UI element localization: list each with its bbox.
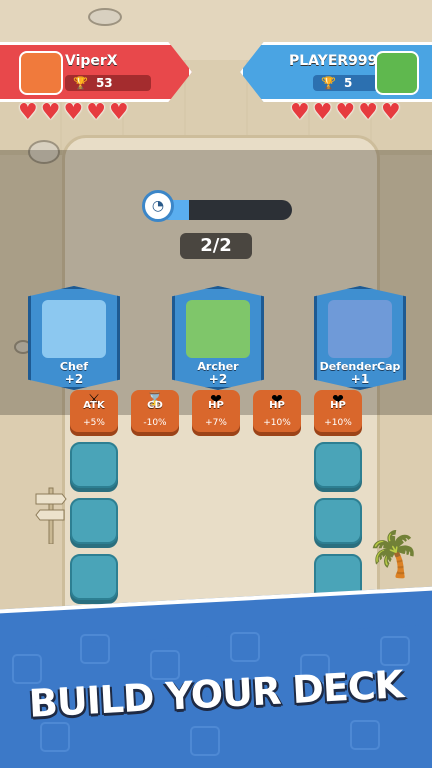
buff-value: +10% (324, 418, 352, 428)
card-defendercap[interactable]: DefenderCap +1 (314, 286, 406, 390)
card-chef[interactable]: Chef +2 (28, 286, 120, 390)
trophy-value: 5 (343, 76, 353, 90)
buff-label: HP (269, 400, 285, 411)
buff-value: +10% (263, 418, 291, 428)
buff-hp[interactable]: ❤ HP +10% (253, 390, 301, 432)
player-name: ViperX (65, 53, 118, 69)
heart-icon: ♥ (290, 100, 310, 125)
round-timer: ◔ (142, 190, 292, 224)
card-archer[interactable]: Archer +2 (172, 286, 264, 390)
empty-deck-slot[interactable] (70, 442, 118, 488)
dice-pattern-icon (40, 722, 70, 752)
player-banner-right: PLAYER9999 🏆 5 (240, 42, 432, 102)
card-level: +2 (208, 372, 228, 386)
opponent-avatar (375, 51, 419, 95)
heart-icon: ♥ (108, 100, 129, 125)
trophy-count: 🏆 53 (65, 75, 151, 91)
buff-hp[interactable]: ❤ HP +7% (192, 390, 240, 432)
dice-pattern-icon (230, 632, 260, 662)
trophy-icon: 🏆 (73, 76, 88, 90)
buff-value: -10% (143, 418, 167, 428)
trophy-value: 53 (95, 76, 113, 90)
buff-label: CD (147, 400, 163, 411)
defender-portrait (328, 300, 392, 358)
opponent-hearts: ♥ ♥ ♥ ♥ ♥ (290, 102, 401, 124)
empty-deck-slot[interactable] (314, 498, 362, 544)
player-avatar (19, 51, 63, 95)
heart-icon: ♥ (380, 100, 401, 125)
empty-deck-slot[interactable] (70, 554, 118, 600)
buff-label: HP (208, 400, 224, 411)
heart-icon: ♥ (63, 100, 84, 125)
dice-pattern-icon (12, 654, 42, 684)
chef-portrait (42, 300, 106, 358)
buff-label: ATK (83, 400, 105, 411)
card-level: +1 (350, 372, 370, 386)
empty-deck-slot[interactable] (314, 442, 362, 488)
heart-icon: ♥ (358, 100, 378, 125)
dice-pattern-icon (80, 634, 110, 664)
heart-icon: ♥ (18, 100, 38, 125)
player-banner-left: ViperX 🏆 53 (0, 42, 192, 102)
buff-label: HP (330, 400, 346, 411)
stopwatch-icon: ◔ (142, 190, 174, 222)
dice-pattern-icon (350, 720, 380, 750)
heart-icon: ♥ (335, 100, 356, 125)
buff-hp[interactable]: ❤ HP +10% (314, 390, 362, 432)
heart-icon: ♥ (312, 100, 333, 125)
player-hearts: ♥ ♥ ♥ ♥ ♥ (18, 102, 129, 124)
signpost-decoration (35, 487, 67, 544)
buff-value: +5% (83, 418, 105, 428)
archer-portrait (186, 300, 250, 358)
buff-value: +7% (205, 418, 227, 428)
empty-deck-slot[interactable] (70, 498, 118, 544)
heart-icon: ♥ (86, 100, 106, 125)
buff-cd[interactable]: ⌛ CD -10% (131, 390, 179, 432)
palm-tree-decoration: 🌴 (366, 529, 421, 580)
dice-pattern-icon (190, 726, 220, 756)
trophy-icon: 🏆 (321, 76, 336, 90)
opponent-name: PLAYER9999 (289, 53, 388, 69)
buff-atk[interactable]: ⚔ ATK +5% (70, 390, 118, 432)
heart-icon: ♥ (40, 100, 61, 125)
card-counter: 2/2 (180, 233, 252, 259)
rock-decoration (88, 8, 122, 26)
card-level: +2 (64, 372, 84, 386)
